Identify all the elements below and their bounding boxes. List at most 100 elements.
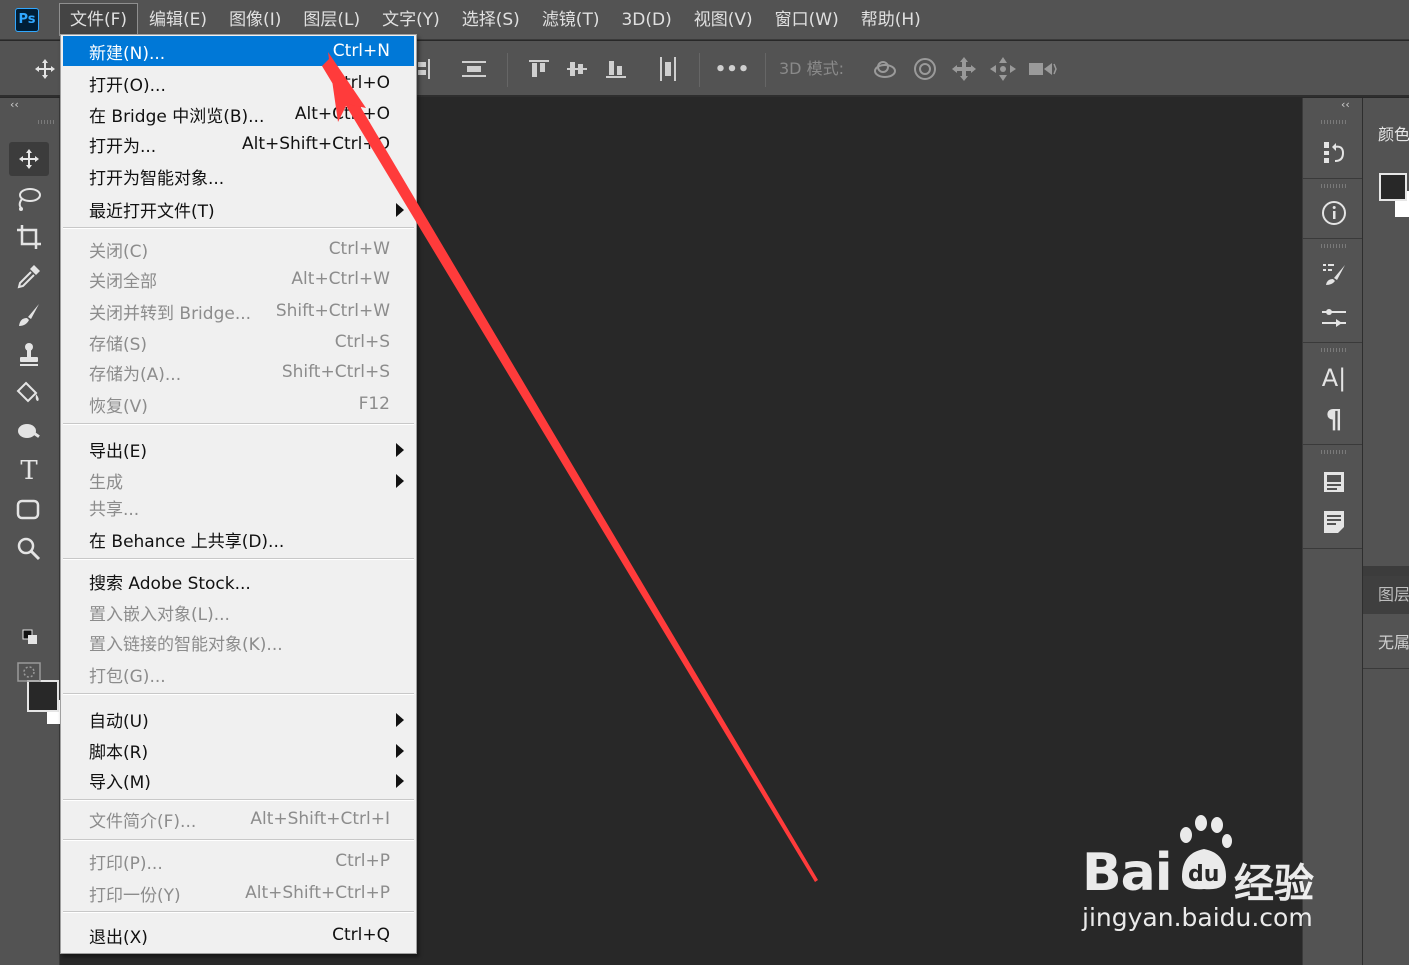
menu-item-import[interactable]: 导入(M) [63,765,414,795]
watermark-url: jingyan.baidu.com [1082,903,1313,932]
lasso-tool-icon[interactable] [9,182,49,216]
panel-grip[interactable] [1321,244,1347,248]
menu-item-open[interactable]: 打开(O)... Ctrl+O [63,68,414,98]
menu-item-revert[interactable]: 恢复(V) F12 [63,389,414,419]
menu-item-print[interactable]: 打印(P)... Ctrl+P [63,846,414,876]
more-options-icon[interactable]: ••• [712,41,752,97]
menu-item-label: 打开为智能对象... [89,168,225,189]
menu-item-shortcut: Shift+Ctrl+W [275,301,390,321]
panel-grip[interactable] [1321,450,1347,454]
paragraph-panel-icon[interactable]: ¶ [1313,402,1355,438]
submenu-arrow-icon [396,443,404,457]
menu-item-share[interactable]: 共享... [63,492,414,522]
menu-item-automate[interactable]: 自动(U) [63,704,414,734]
panel-grip[interactable] [1321,120,1347,124]
zoom-tool-icon[interactable] [9,532,49,566]
align-vertical-centers-icon[interactable] [564,41,590,97]
photoshop-logo-icon[interactable]: Ps [15,7,39,32]
info-icon[interactable] [1313,195,1355,231]
menu-separator [63,799,414,801]
submenu-arrow-icon [396,713,404,727]
panel-grip[interactable] [1321,184,1347,188]
align-bottom-edges-icon[interactable] [603,41,629,97]
menu-item-new[interactable]: 新建(N)... Ctrl+N [63,36,414,66]
menu-item-package[interactable]: 打包(G)... [63,659,414,689]
menu-item-open-recent[interactable]: 最近打开文件(T) [63,194,414,224]
baidu-paw-logo-icon: du [1180,815,1232,890]
menu-item-save-as[interactable]: 存储为(A)... Shift+Ctrl+S [63,357,414,387]
menu-window[interactable]: 窗口(W) [764,3,850,36]
menu-item-label: 生成 [89,472,123,493]
dock-separator [1303,548,1363,549]
eyedropper-tool-icon[interactable] [9,259,49,293]
menu-item-file-info[interactable]: 文件简介(F)... Alt+Shift+Ctrl+I [63,804,414,834]
collapse-dock-icon[interactable]: ‹‹ [1341,98,1350,111]
menu-image[interactable]: 图像(I) [218,3,292,36]
3d-roll-icon[interactable] [908,41,942,97]
menu-file[interactable]: 文件(F) [59,3,139,36]
3d-pan-icon[interactable] [947,41,981,97]
panel-grip[interactable] [38,120,56,124]
menu-item-scripts[interactable]: 脚本(R) [63,735,414,765]
menu-edit[interactable]: 编辑(E) [138,3,218,36]
menu-item-generate[interactable]: 生成 [63,465,414,495]
distribute-horizontal-icon[interactable] [458,41,490,97]
move-tool-preset-icon[interactable] [28,41,62,97]
brush-tool-icon[interactable] [9,298,49,332]
menu-item-exit[interactable]: 退出(X) Ctrl+Q [63,920,414,950]
menu-view[interactable]: 视图(V) [683,3,764,36]
color-panel-tab[interactable]: 颜色 [1363,116,1409,154]
menu-item-place-embedded[interactable]: 置入嵌入对象(L)... [63,597,414,627]
baidu-jingyan-watermark: Bai du 经验 jingyan.baidu.com [1082,815,1362,945]
panel-grip[interactable] [1321,348,1347,352]
character-panel-icon[interactable]: A| [1313,360,1355,396]
menu-filter[interactable]: 滤镜(T) [531,3,611,36]
adjustments-icon[interactable] [1313,300,1355,336]
menu-item-close-all[interactable]: 关闭全部 Alt+Ctrl+W [63,264,414,294]
menu-item-print-one-copy[interactable]: 打印一份(Y) Alt+Shift+Ctrl+P [63,878,414,908]
menu-item-browse-in-bridge[interactable]: 在 Bridge 中浏览(B)... Alt+Ctrl+O [63,99,414,129]
crop-tool-icon[interactable] [9,220,49,254]
menu-item-open-as-smart-object[interactable]: 打开为智能对象... [63,161,414,191]
expanded-panels: 颜色 图层 无属 [1362,98,1409,965]
submenu-arrow-icon [396,774,404,788]
menu-item-close-and-go-to-bridge[interactable]: 关闭并转到 Bridge... Shift+Ctrl+W [63,296,414,326]
menu-help[interactable]: 帮助(H) [850,3,932,36]
history-icon[interactable] [1313,134,1355,170]
menu-item-place-linked[interactable]: 置入链接的智能对象(K)... [63,627,414,657]
type-tool-icon[interactable]: T [9,454,49,488]
menu-item-search-adobe-stock[interactable]: 搜索 Adobe Stock... [63,566,414,596]
menu-item-share-on-behance[interactable]: 在 Behance 上共享(D)... [63,524,414,554]
menu-item-close[interactable]: 关闭(C) Ctrl+W [63,234,414,264]
menu-3d[interactable]: 3D(D) [610,3,682,36]
options-separator [507,53,508,87]
panel-foreground-swatch[interactable] [1379,173,1407,201]
brush-settings-icon[interactable] [1313,256,1355,292]
menu-item-shortcut: Alt+Shift+Ctrl+P [245,883,390,903]
move-tool-icon[interactable] [9,142,49,176]
distribute-vertical-icon[interactable] [655,41,681,97]
menu-item-save[interactable]: 存储(S) Ctrl+S [63,327,414,357]
paint-bucket-tool-icon[interactable] [9,376,49,410]
align-top-edges-icon[interactable] [526,41,552,97]
menu-type[interactable]: 文字(Y) [371,3,451,36]
menu-item-open-as[interactable]: 打开为... Alt+Shift+Ctrl+O [63,129,414,159]
notes-icon[interactable] [1313,504,1355,540]
properties-icon[interactable] [1313,464,1355,500]
dodge-tool-icon[interactable] [9,415,49,449]
3d-scale-icon[interactable] [1025,41,1059,97]
menu-item-label: 置入链接的智能对象(K)... [89,634,283,655]
quick-mask-icon[interactable] [14,658,44,686]
layers-panel-tab[interactable]: 图层 [1363,576,1409,614]
3d-orbit-icon[interactable] [868,41,902,97]
menu-item-shortcut: Alt+Shift+Ctrl+O [241,134,390,154]
3d-slide-icon[interactable] [986,41,1020,97]
align-right-edges-icon[interactable] [414,41,434,97]
menu-item-export[interactable]: 导出(E) [63,434,414,464]
menu-layer[interactable]: 图层(L) [292,3,371,36]
collapse-tools-icon[interactable]: ‹‹ [10,98,19,111]
default-colors-icon[interactable] [18,626,42,648]
clone-stamp-tool-icon[interactable] [9,337,49,371]
rectangle-tool-icon[interactable] [9,493,49,527]
menu-select[interactable]: 选择(S) [451,3,531,36]
